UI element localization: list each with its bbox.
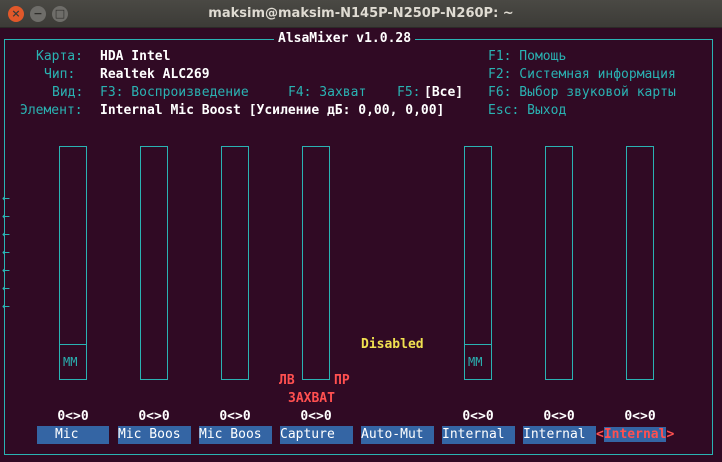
control-name-internal-2[interactable]: Internal	[523, 426, 596, 444]
control-name-internal-mic[interactable]: Internal	[442, 426, 515, 444]
control-name-capture[interactable]: Capture	[280, 426, 353, 444]
internal-mic-slider[interactable]: MM	[464, 146, 492, 380]
mic-boost-slider[interactable]	[140, 146, 168, 380]
control-name-mic[interactable]: Mic	[37, 426, 109, 444]
capture-left-label: ЛВ	[279, 373, 295, 388]
title-bar[interactable]: × − □ maksim@maksim-N145P-N250P-N260P: ~	[0, 0, 722, 28]
card-label: Карта:	[36, 49, 83, 64]
scroll-left-arrow-icon: ←	[2, 245, 10, 260]
mute-label: MM	[63, 355, 78, 369]
internal-mic-boost-value: 0<>0	[624, 409, 656, 424]
selection-open-bracket: <	[596, 427, 604, 442]
help-hint: F1: Помощь	[488, 49, 567, 64]
scroll-left-arrow-icon: ←	[2, 191, 10, 206]
mic-volume-slider[interactable]: MM	[59, 146, 87, 380]
internal-2-slider[interactable]	[545, 146, 573, 380]
mute-indicator[interactable]: MM	[59, 344, 87, 380]
view-all-value[interactable]: [Все]	[424, 84, 463, 102]
capture-value: 0<>0	[300, 409, 332, 424]
terminal-window: × − □ maksim@maksim-N145P-N250P-N260P: ~…	[0, 0, 722, 462]
mic-boost-2-slider[interactable]	[221, 146, 249, 380]
exit-hint: Esc: Выход	[488, 103, 567, 118]
control-name-mic-boost[interactable]: Mic Boos	[118, 426, 191, 444]
internal-mic-boost-slider[interactable]	[626, 146, 654, 380]
mic-boost-value: 0<>0	[138, 409, 170, 424]
window-title: maksim@maksim-N145P-N250P-N260P: ~	[208, 6, 514, 21]
control-name-auto-mute[interactable]: Auto-Mut	[361, 426, 434, 444]
select-card-hint: F6: Выбор звуковой карты	[488, 85, 676, 100]
mute-label: MM	[468, 355, 483, 369]
control-name-mic-boost-2[interactable]: Mic Boos	[199, 426, 272, 444]
control-name-internal-selected[interactable]: <Internal>	[596, 426, 674, 444]
internal-2-value: 0<>0	[543, 409, 575, 424]
scroll-left-arrow-icon: ←	[2, 263, 10, 278]
internal-mic-value: 0<>0	[462, 409, 494, 424]
scroll-left-arrow-icon: ←	[2, 299, 10, 314]
capture-slider[interactable]	[302, 146, 330, 380]
view-label: Вид:	[52, 85, 84, 100]
chip-label: Чип:	[44, 67, 76, 82]
capture-right-label: ПР	[334, 373, 350, 388]
app-title: AlsaMixer v1.0.28	[274, 30, 416, 48]
capture-label: ЗАХВАТ	[288, 391, 335, 406]
view-capture[interactable]: F4: Захват	[288, 84, 366, 102]
system-info-hint: F2: Системная информация	[488, 67, 676, 82]
mute-indicator[interactable]: MM	[464, 344, 492, 380]
selected-control-label: Internal	[603, 427, 667, 442]
chip-value: Realtek ALC269	[100, 67, 210, 82]
alsamixer-screen[interactable]: AlsaMixer v1.0.28 Карта: HDA Intel Чип: …	[0, 28, 722, 462]
view-all-key[interactable]: F5:	[397, 84, 420, 102]
scroll-left-arrow-icon: ←	[2, 209, 10, 224]
mic-value: 0<>0	[57, 409, 89, 424]
element-label: Элемент:	[20, 103, 83, 118]
mic-boost-2-value: 0<>0	[219, 409, 251, 424]
element-value: Internal Mic Boost [Усиление дБ: 0,00, 0…	[100, 103, 445, 118]
selection-close-bracket: >	[666, 427, 675, 442]
card-value: HDA Intel	[100, 49, 171, 64]
view-playback[interactable]: F3: Воспроизведение	[100, 84, 249, 102]
scroll-left-arrow-icon: ←	[2, 227, 10, 242]
auto-mute-status: Disabled	[361, 337, 424, 352]
scroll-left-arrow-icon: ←	[2, 281, 10, 296]
